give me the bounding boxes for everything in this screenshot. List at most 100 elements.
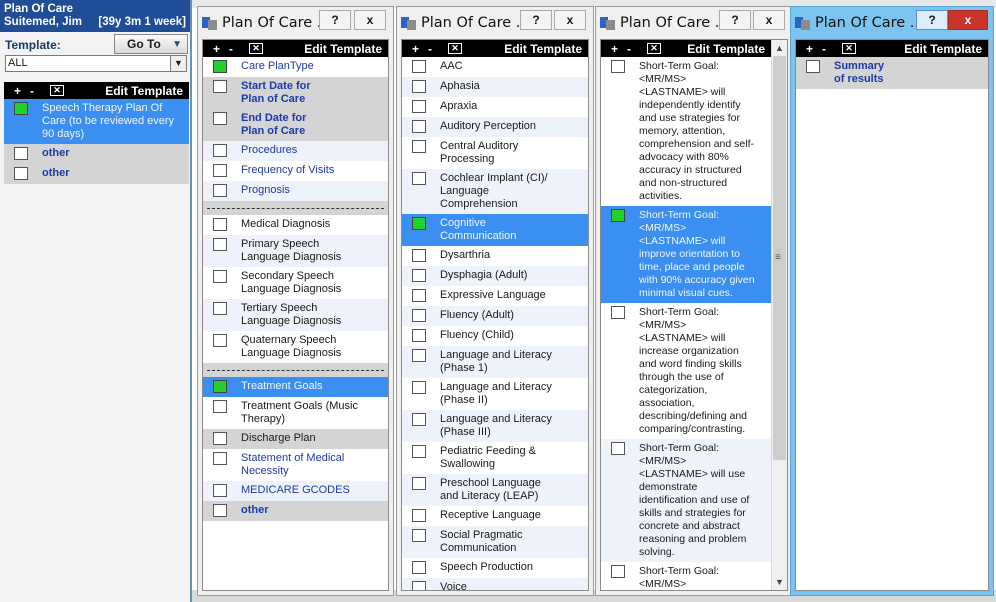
list-item[interactable]: Tertiary Speech Language Diagnosis (203, 299, 388, 331)
list-item[interactable]: Secondary Speech Language Diagnosis (203, 267, 388, 299)
checkbox[interactable] (412, 349, 426, 362)
list-item[interactable]: other (203, 501, 388, 521)
checkbox[interactable] (213, 80, 227, 93)
edit-template-button[interactable]: Edit Template (904, 42, 982, 56)
checkbox[interactable] (412, 80, 426, 93)
window-titlebar[interactable]: Plan Of Care ... ? x (791, 7, 993, 39)
close-button[interactable]: x (354, 10, 386, 30)
edit-template-button[interactable]: Edit Template (687, 42, 765, 56)
checkbox[interactable] (213, 400, 227, 413)
checkbox[interactable] (611, 565, 625, 578)
list-item[interactable]: Fluency (Child) (402, 326, 588, 346)
close-button[interactable]: x (554, 10, 586, 30)
list-item[interactable]: Short-Term Goal: <MR/MS> <LASTNAME> will… (601, 439, 771, 562)
list-item[interactable]: Social Pragmatic Communication (402, 526, 588, 558)
checkbox[interactable] (213, 504, 227, 517)
checkbox[interactable] (412, 413, 426, 426)
edit-template-button[interactable]: Edit Template (504, 42, 582, 56)
window-titlebar[interactable]: Plan Of Care ... ? x (397, 7, 593, 39)
window-titlebar[interactable]: Plan Of Care ... ? x (596, 7, 792, 39)
template-select[interactable]: ALL ▼ (5, 55, 187, 72)
checkbox[interactable] (412, 309, 426, 322)
checkbox[interactable] (213, 144, 227, 157)
checkbox[interactable] (611, 306, 625, 319)
checkbox[interactable] (213, 164, 227, 177)
checkbox[interactable] (412, 172, 426, 185)
expand-button[interactable]: + (611, 42, 627, 56)
list-item[interactable]: Short-Term Goal: <MR/MS> <LASTNAME> will… (601, 303, 771, 439)
list-item[interactable]: Central Auditory Processing (402, 137, 588, 169)
list-item[interactable]: Short-Term Goal: <MR/MS> <LASTNAME> will… (601, 206, 771, 303)
list-item[interactable]: other (4, 144, 189, 164)
checkbox[interactable] (14, 102, 28, 115)
checkbox[interactable] (412, 509, 426, 522)
checkbox[interactable] (213, 218, 227, 231)
checkbox[interactable] (412, 249, 426, 262)
checkbox[interactable] (213, 238, 227, 251)
list-item[interactable]: Primary Speech Language Diagnosis (203, 235, 388, 267)
window-titlebar[interactable]: Plan Of Care ... ? x (198, 7, 393, 39)
checkbox[interactable] (213, 432, 227, 445)
list-item[interactable]: Frequency of Visits (203, 161, 388, 181)
help-button[interactable]: ? (520, 10, 552, 30)
list-item[interactable]: Treatment Goals (203, 377, 388, 397)
edit-template-button[interactable]: Edit Template (105, 84, 183, 98)
checkbox[interactable] (213, 270, 227, 283)
checkbox[interactable] (412, 529, 426, 542)
list-item[interactable]: End Date for Plan of Care (203, 109, 388, 141)
list-item[interactable]: Summary of results (796, 57, 988, 89)
collapse-button[interactable]: - (229, 42, 245, 56)
expand-button[interactable]: + (14, 84, 30, 98)
close-button[interactable]: x (753, 10, 785, 30)
checkbox[interactable] (611, 60, 625, 73)
collapse-button[interactable]: - (428, 42, 444, 56)
checkbox[interactable] (412, 289, 426, 302)
clear-icon[interactable]: ✕ (249, 43, 263, 54)
checkbox[interactable] (412, 381, 426, 394)
close-button[interactable]: x (948, 10, 988, 30)
checkbox[interactable] (611, 209, 625, 222)
clear-icon[interactable]: ✕ (448, 43, 462, 54)
checkbox[interactable] (213, 380, 227, 393)
list-item[interactable]: Language and Literacy (Phase II) (402, 378, 588, 410)
list-item[interactable]: Short-Term Goal: <MR/MS> (601, 562, 771, 590)
checkbox[interactable] (412, 269, 426, 282)
list-item[interactable]: MEDICARE GCODES (203, 481, 388, 501)
checkbox[interactable] (213, 112, 227, 125)
checkbox[interactable] (806, 60, 820, 73)
list-item[interactable]: Procedures (203, 141, 388, 161)
checkbox[interactable] (412, 561, 426, 574)
checkbox[interactable] (412, 140, 426, 153)
help-button[interactable]: ? (916, 10, 948, 30)
list-item[interactable]: Voice (402, 578, 588, 590)
list-item[interactable]: Preschool Language and Literacy (LEAP) (402, 474, 588, 506)
list-item[interactable]: Speech Production (402, 558, 588, 578)
checkbox[interactable] (213, 452, 227, 465)
list-item[interactable]: Fluency (Adult) (402, 306, 588, 326)
scroll-down-icon[interactable]: ▼ (772, 574, 787, 590)
chevron-down-icon[interactable]: ▼ (170, 56, 186, 71)
list-item[interactable]: Statement of Medical Necessity (203, 449, 388, 481)
checkbox[interactable] (412, 329, 426, 342)
scroll-up-icon[interactable]: ▲ (772, 40, 787, 56)
list-item[interactable]: other (4, 164, 189, 184)
list-item[interactable]: Language and Literacy (Phase III) (402, 410, 588, 442)
list-item[interactable]: Cochlear Implant (CI)/ Language Comprehe… (402, 169, 588, 214)
checkbox[interactable] (213, 60, 227, 73)
list-item[interactable]: Auditory Perception (402, 117, 588, 137)
collapse-button[interactable]: - (30, 84, 46, 98)
checkbox[interactable] (213, 484, 227, 497)
expand-button[interactable]: + (412, 42, 428, 56)
list-item[interactable]: Apraxia (402, 97, 588, 117)
checkbox[interactable] (611, 442, 625, 455)
list-item[interactable]: AAC (402, 57, 588, 77)
list-item[interactable]: Dysarthria (402, 246, 588, 266)
clear-icon[interactable]: ✕ (50, 85, 64, 96)
checkbox[interactable] (213, 302, 227, 315)
list-item[interactable]: Dysphagia (Adult) (402, 266, 588, 286)
checkbox[interactable] (412, 581, 426, 590)
list-item[interactable]: Care PlanType (203, 57, 388, 77)
collapse-button[interactable]: - (627, 42, 643, 56)
checkbox[interactable] (412, 60, 426, 73)
list-item[interactable]: Start Date for Plan of Care (203, 77, 388, 109)
